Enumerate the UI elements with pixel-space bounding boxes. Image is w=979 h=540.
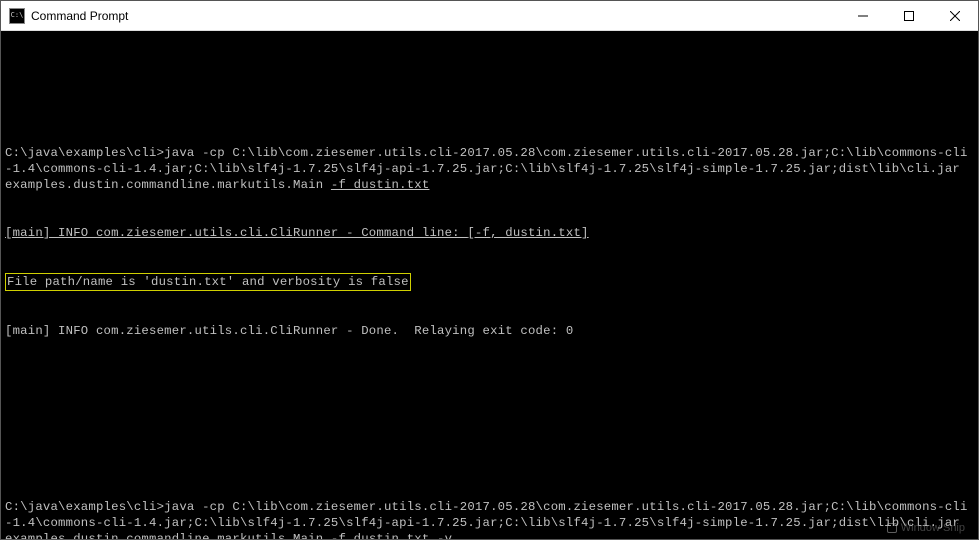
- app-icon: [9, 8, 25, 24]
- exec-block-1: C:\java\examples\cli>java -cp C:\lib\com…: [5, 467, 974, 539]
- info-done-line: [main] INFO com.ziesemer.utils.cli.CliRu…: [5, 323, 974, 339]
- window-title: Command Prompt: [31, 9, 840, 23]
- command-line: C:\java\examples\cli>java -cp C:\lib\com…: [5, 145, 974, 193]
- output-highlight: File path/name is 'dustin.txt' and verbo…: [5, 273, 411, 291]
- info-line: [main] INFO com.ziesemer.utils.cli.CliRu…: [5, 225, 974, 241]
- window-controls: [840, 1, 978, 31]
- snip-icon: [887, 523, 897, 533]
- minimize-button[interactable]: [840, 1, 886, 31]
- titlebar[interactable]: Command Prompt: [1, 1, 978, 31]
- snipping-tool-overlay: Window Snip: [887, 522, 965, 534]
- close-button[interactable]: [932, 1, 978, 31]
- command-args: -f dustin.txt -v: [331, 532, 452, 539]
- exec-block-0: C:\java\examples\cli>java -cp C:\lib\com…: [5, 113, 974, 371]
- terminal-output[interactable]: C:\java\examples\cli>java -cp C:\lib\com…: [1, 31, 978, 539]
- command-line: C:\java\examples\cli>java -cp C:\lib\com…: [5, 499, 974, 539]
- command-prompt-window: Command Prompt C:\java\examples\cli>java…: [0, 0, 979, 540]
- maximize-button[interactable]: [886, 1, 932, 31]
- command-args: -f dustin.txt: [331, 178, 430, 192]
